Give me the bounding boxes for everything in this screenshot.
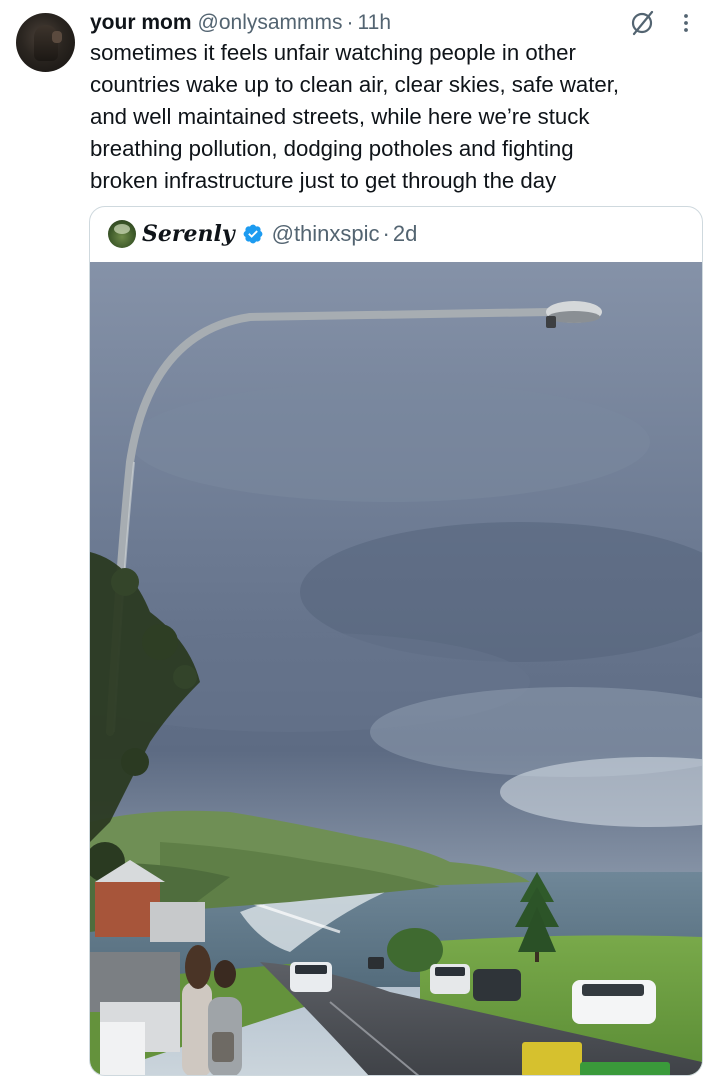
quoted-display-name[interactable]: Serenly (142, 221, 235, 247)
yellow-bin (522, 1042, 582, 1075)
tweet[interactable]: your mom @onlysammms · 11h sometimes it … (0, 0, 715, 1077)
quoted-separator-dot: · (382, 221, 390, 246)
more-vertical-icon[interactable] (680, 12, 692, 34)
quoted-tweet-header: Serenly @thinxspic · 2d (108, 219, 417, 249)
avatar-hand (52, 31, 62, 43)
separator-dot: · (346, 11, 354, 34)
display-name[interactable]: your mom (90, 10, 192, 36)
quoted-avatar[interactable] (108, 220, 136, 248)
tweet-header: your mom @onlysammms · 11h (90, 9, 685, 37)
quoted-tweet[interactable]: Serenly @thinxspic · 2d (89, 206, 703, 1076)
quoted-timestamp[interactable]: 2d (393, 221, 417, 247)
user-handle[interactable]: @onlysammms (198, 10, 343, 36)
grok-icon[interactable] (627, 10, 657, 36)
tweet-text-line: sometimes it feels unfair watching peopl… (90, 40, 576, 65)
green-bin (580, 1062, 670, 1075)
tweet-text-line: breathing pollution, dodging potholes an… (90, 136, 574, 161)
tweet-text: sometimes it feels unfair watching peopl… (90, 37, 690, 197)
verified-badge-icon (243, 224, 263, 244)
tweet-text-line: broken infrastructure just to get throug… (90, 168, 557, 193)
quoted-photo[interactable] (90, 262, 702, 1076)
avatar[interactable] (16, 13, 75, 72)
quoted-user-handle[interactable]: @thinxspic (272, 221, 380, 247)
tweet-text-line: countries wake up to clean air, clear sk… (90, 72, 620, 97)
timestamp[interactable]: 11h (358, 10, 391, 36)
tweet-text-line: and well maintained streets, while here … (90, 104, 590, 129)
